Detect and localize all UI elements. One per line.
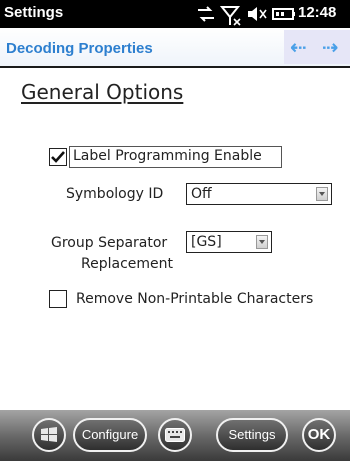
group-separator-label-line2: Replacement [81,256,173,272]
remove-nonprintable-label[interactable]: Remove Non-Printable Characters [76,291,313,307]
status-clock: 12:48 [298,4,337,21]
symbology-id-select[interactable]: Off [186,183,332,205]
keyboard-button[interactable] [158,418,192,452]
connection-icon[interactable] [196,4,216,24]
start-button[interactable] [32,418,66,452]
ok-button[interactable]: OK [302,418,336,452]
volume-icon[interactable] [246,4,268,24]
group-separator-value: [GS] [191,234,222,250]
page-title: Decoding Properties [6,40,153,57]
left-arrow-icon[interactable]: ⇠ [290,35,307,59]
page-header: Decoding Properties ⇠ ⇢ [0,28,350,68]
status-title: Settings [4,4,64,21]
windows-start-icon [41,427,57,442]
status-bar: Settings 12:48 [0,0,350,28]
no-signal-icon[interactable] [220,4,242,26]
check-icon [51,151,65,163]
configure-button[interactable]: Configure [73,418,147,452]
settings-button[interactable]: Settings [216,418,288,452]
header-divider [0,66,350,68]
group-separator-select[interactable]: [GS] [186,231,272,253]
group-separator-label: Group Separator [51,235,168,251]
symbology-id-label: Symbology ID [66,186,164,202]
section-title: General Options [21,80,184,104]
dropdown-arrow-icon[interactable] [316,187,328,201]
page-navigation: ⇠ ⇢ [284,30,350,64]
bottom-toolbar: Configure Settings OK [0,410,350,461]
remove-nonprintable-checkbox[interactable] [49,290,67,308]
right-arrow-icon[interactable]: ⇢ [322,35,339,59]
label-programming-checkbox[interactable] [49,148,67,166]
keyboard-icon [165,428,185,442]
label-programming-label[interactable]: Label Programming Enable [73,148,262,164]
symbology-id-value: Off [191,186,212,202]
battery-icon[interactable] [272,4,296,24]
dropdown-arrow-icon[interactable] [256,235,268,249]
